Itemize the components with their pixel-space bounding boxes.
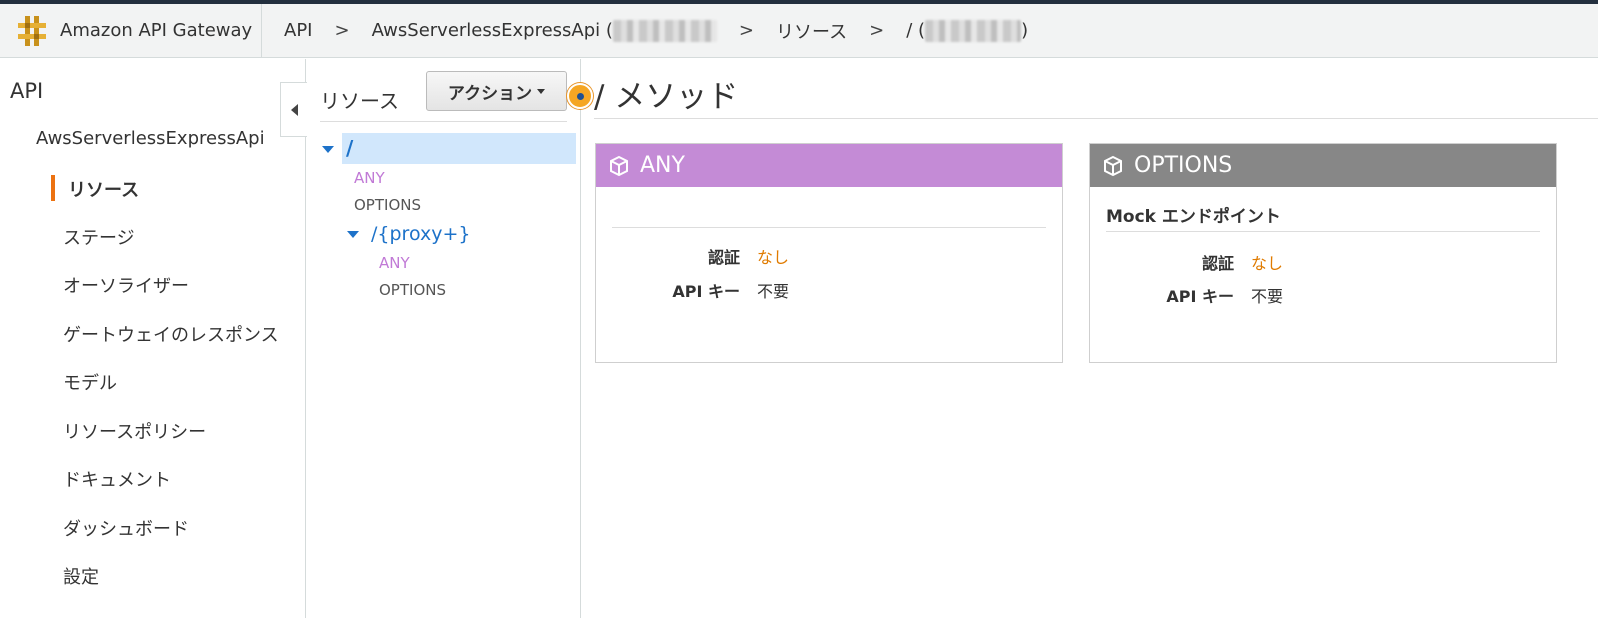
caret-left-icon	[290, 103, 298, 116]
breadcrumb-root-text: /	[906, 19, 913, 41]
main-content: / メソッド ANY 認証 なし API キー 不要 OPTIONS Mock …	[582, 59, 1598, 618]
tree-method-options[interactable]: OPTIONS	[379, 281, 446, 299]
tree-expand-icon[interactable]	[322, 146, 334, 153]
breadcrumb-paren-close: )	[1021, 19, 1029, 41]
sidebar-title: API	[10, 79, 44, 103]
breadcrumb-paren-open: (	[918, 19, 926, 41]
breadcrumb-api-name-text: AwsServerlessExpressApi	[371, 19, 601, 41]
tree-method-any[interactable]: ANY	[354, 169, 385, 187]
sidebar-item-models[interactable]: モデル	[63, 369, 117, 395]
api-key-label: API キー	[1166, 287, 1234, 306]
breadcrumb-separator: >	[334, 20, 350, 41]
api-key-value: 不要	[757, 282, 790, 301]
method-card-header[interactable]: ANY	[596, 144, 1062, 187]
divider	[612, 227, 1046, 228]
sidebar-item-resource-policy[interactable]: リソースポリシー	[63, 418, 206, 444]
resources-panel: リソース アクション / ANY OPTIONS /{proxy+} ANY O…	[306, 59, 581, 618]
sidebar-item-dashboard[interactable]: ダッシュボード	[63, 515, 189, 541]
actions-button[interactable]: アクション	[426, 71, 567, 111]
sidebar-item-settings[interactable]: 設定	[63, 563, 99, 589]
method-card-subtitle: Mock エンドポイント	[1106, 207, 1281, 227]
top-header: Amazon API Gateway API > AwsServerlessEx…	[0, 4, 1598, 58]
auth-label: 認証	[707, 248, 740, 267]
tree-node-root-selected[interactable]	[342, 133, 576, 164]
tree-node-proxy[interactable]: /{proxy+}	[371, 223, 470, 245]
sidebar-item-authorizers[interactable]: オーソライザー	[63, 272, 189, 298]
tree-expand-icon[interactable]	[347, 231, 359, 238]
redacted-api-id	[612, 19, 717, 42]
auth-label: 認証	[1201, 254, 1234, 273]
breadcrumb-api[interactable]: API	[284, 20, 312, 41]
api-key-value: 不要	[1251, 287, 1284, 306]
sidebar-api-name[interactable]: AwsServerlessExpressApi	[36, 128, 265, 149]
actions-button-label: アクション	[447, 83, 533, 104]
divider	[594, 118, 1598, 119]
sidebar-item-stages[interactable]: ステージ	[63, 224, 135, 250]
sidebar-active-indicator	[51, 175, 55, 201]
sidebar-collapse-button[interactable]	[280, 82, 307, 137]
method-card-any[interactable]: ANY 認証 なし API キー 不要	[595, 143, 1063, 363]
method-card-title: OPTIONS	[1134, 153, 1233, 178]
cube-icon	[1104, 155, 1122, 176]
breadcrumb-separator: >	[738, 20, 755, 41]
api-key-label: API キー	[672, 282, 740, 301]
breadcrumb-resources[interactable]: リソース	[776, 18, 847, 44]
sidebar-item-resources[interactable]: リソース	[68, 176, 139, 202]
method-card-title: ANY	[640, 153, 685, 178]
tree-node-root-label[interactable]: /	[346, 136, 353, 160]
resources-panel-title: リソース	[320, 89, 399, 113]
sidebar-item-gateway-responses[interactable]: ゲートウェイのレスポンス	[63, 321, 279, 347]
auth-value[interactable]: なし	[757, 244, 789, 268]
breadcrumb: API > AwsServerlessExpressApi ( > リソース >…	[262, 18, 1028, 44]
method-card-options[interactable]: OPTIONS Mock エンドポイント 認証 なし API キー 不要	[1089, 143, 1557, 363]
breadcrumb-root: / ()	[906, 19, 1029, 42]
auth-value[interactable]: なし	[1251, 250, 1283, 274]
brand-name: Amazon API Gateway	[60, 20, 253, 41]
caret-down-icon	[537, 88, 546, 94]
sidebar: API AwsServerlessExpressApi リソース ステージ オー…	[0, 59, 306, 618]
sidebar-item-documentation[interactable]: ドキュメント	[63, 466, 171, 492]
tree-method-options[interactable]: OPTIONS	[354, 196, 421, 214]
method-card-header[interactable]: OPTIONS	[1090, 144, 1556, 187]
divider	[1106, 231, 1540, 232]
breadcrumb-api-name[interactable]: AwsServerlessExpressApi (	[371, 19, 717, 42]
page-title: / メソッド	[594, 79, 739, 115]
breadcrumb-separator: >	[869, 20, 885, 41]
brand[interactable]: Amazon API Gateway	[0, 4, 262, 57]
divider	[320, 121, 567, 122]
redacted-resource-id	[925, 19, 1022, 42]
cube-icon	[610, 155, 628, 176]
breadcrumb-paren-open: (	[605, 19, 613, 41]
tree-method-any[interactable]: ANY	[379, 254, 410, 272]
api-gateway-logo-icon	[18, 15, 46, 46]
